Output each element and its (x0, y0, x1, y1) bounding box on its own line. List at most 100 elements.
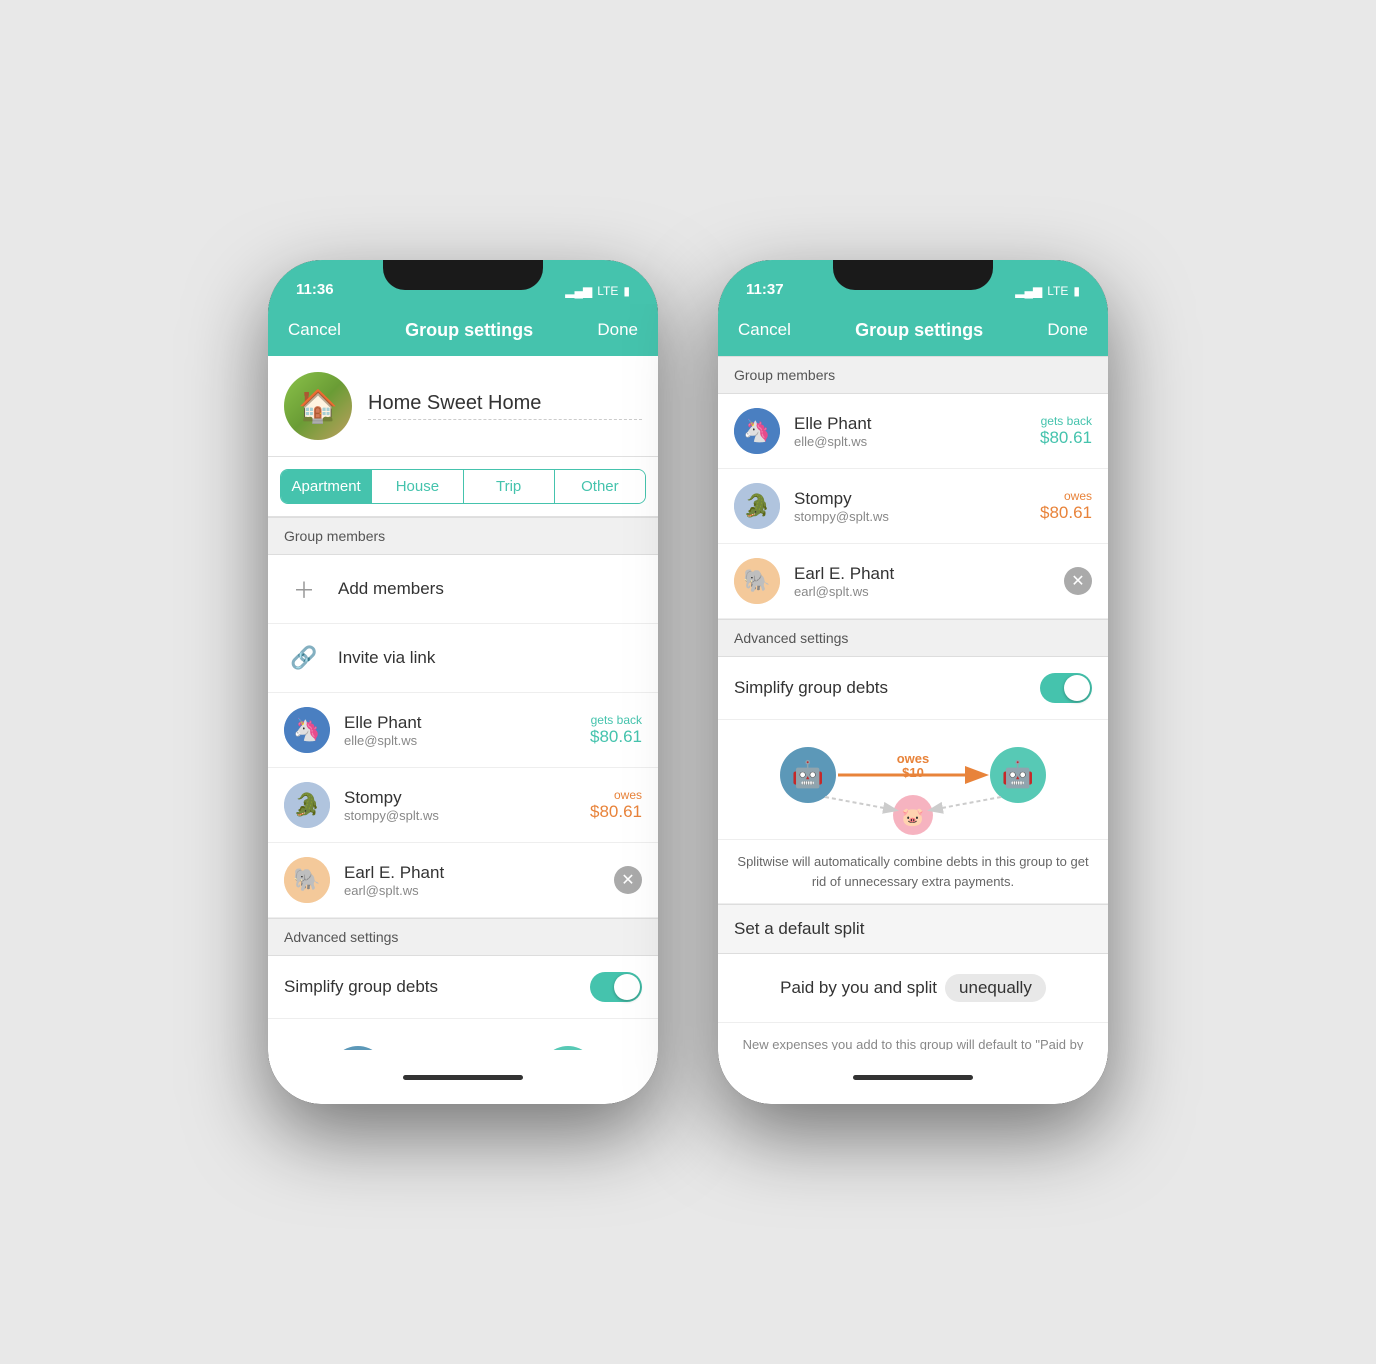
done-button-1[interactable]: Done (597, 320, 638, 340)
battery-icon-1: ▮ (623, 284, 630, 298)
phone-1: 11:36 ▂▄▆ LTE ▮ Cancel Group settings Do… (268, 260, 658, 1104)
section-members-1: Group members (268, 517, 658, 555)
add-members-item[interactable]: ＋ Add members (268, 555, 658, 624)
member-elle-info: Elle Phant elle@splt.ws (344, 713, 576, 748)
simplify-toggle-2[interactable] (1040, 673, 1092, 703)
add-icon: ＋ (284, 569, 324, 609)
add-members-label: Add members (338, 579, 444, 599)
toggle-thumb-2 (1064, 675, 1090, 701)
elle-balance: gets back $80.61 (590, 713, 642, 747)
toggle-thumb (614, 974, 640, 1000)
svg-text:🦄: 🦄 (743, 418, 770, 443)
default-split-row: Paid by you and split unequally (718, 954, 1108, 1023)
svg-text:🤖: 🤖 (1002, 759, 1034, 789)
simplify-label-2: Simplify group debts (734, 678, 888, 698)
debt-diagram-1: 🤖 🤖 🐷 (268, 1019, 658, 1050)
network-label-1: LTE (597, 284, 618, 298)
member-earl-info: Earl E. Phant earl@splt.ws (344, 863, 600, 898)
status-icons-1: ▂▄▆ LTE ▮ (565, 284, 630, 298)
avatar-elle-2: 🦄 (734, 408, 780, 454)
network-label-2: LTE (1047, 284, 1068, 298)
svg-text:owes: owes (897, 751, 930, 766)
split-value-badge[interactable]: unequally (945, 974, 1046, 1002)
elle-balance-amount: $80.61 (590, 727, 642, 747)
split-prefix: Paid by you and split (780, 978, 937, 998)
notch-2 (833, 260, 993, 290)
time-1: 11:36 (296, 281, 334, 298)
phone-2-screen: 11:37 ▂▄▆ LTE ▮ Cancel Group settings Do… (718, 260, 1108, 1104)
segment-house[interactable]: House (372, 470, 463, 503)
stompy-email-2: stompy@splt.ws (794, 509, 1026, 524)
svg-text:🐊: 🐊 (293, 791, 320, 817)
svg-text:🤖: 🤖 (792, 759, 824, 789)
svg-text:🐘: 🐘 (743, 568, 770, 593)
member-elle-2: 🦄 Elle Phant elle@splt.ws gets back $80.… (718, 394, 1108, 469)
member-stompy-info-2: Stompy stompy@splt.ws (794, 489, 1026, 524)
nav-title-1: Group settings (405, 320, 533, 341)
stompy-balance-label: owes (590, 788, 642, 802)
elle-name-2: Elle Phant (794, 414, 1026, 434)
stompy-balance: owes $80.61 (590, 788, 642, 822)
simplify-toggle[interactable] (590, 972, 642, 1002)
split-value: unequally (959, 978, 1032, 997)
invite-label: Invite via link (338, 648, 435, 668)
segment-trip[interactable]: Trip (464, 470, 555, 503)
elle-balance-label-2: gets back (1040, 414, 1092, 428)
avatar-earl-2: 🐘 (734, 558, 780, 604)
svg-text:🐊: 🐊 (743, 492, 770, 518)
simplify-row-2: Simplify group debts (718, 657, 1108, 720)
section-members-2: Group members (718, 356, 1108, 394)
home-indicator-1 (403, 1075, 523, 1080)
avatar-stompy-2: 🐊 (734, 483, 780, 529)
debt-diagram-2: 🤖 🤖 🐷 (718, 720, 1108, 840)
stompy-balance-2: owes $80.61 (1040, 489, 1092, 523)
segment-wrap: Apartment House Trip Other (268, 457, 658, 517)
stompy-balance-amount-2: $80.61 (1040, 503, 1092, 523)
phone-2: 11:37 ▂▄▆ LTE ▮ Cancel Group settings Do… (718, 260, 1108, 1104)
member-stompy-info: Stompy stompy@splt.ws (344, 788, 576, 823)
link-icon: 🔗 (284, 638, 324, 678)
group-avatar: 🏠 (284, 372, 352, 440)
stompy-name: Stompy (344, 788, 576, 808)
stompy-name-2: Stompy (794, 489, 1026, 509)
simplify-label: Simplify group debts (284, 977, 438, 997)
battery-icon-2: ▮ (1073, 284, 1080, 298)
avatar-elle: 🦄 (284, 707, 330, 753)
segment-apartment[interactable]: Apartment (281, 470, 372, 503)
elle-email: elle@splt.ws (344, 733, 576, 748)
done-button-2[interactable]: Done (1047, 320, 1088, 340)
svg-text:$10: $10 (902, 765, 924, 780)
notch-1 (383, 260, 543, 290)
member-earl: 🐘 Earl E. Phant earl@splt.ws ✕ (268, 843, 658, 918)
segment-other[interactable]: Other (555, 470, 645, 503)
nav-bar-1: Cancel Group settings Done (268, 304, 658, 356)
content-1: 🏠 Home Sweet Home Apartment House Trip O… (268, 356, 658, 1050)
avatar-stompy: 🐊 (284, 782, 330, 828)
status-icons-2: ▂▄▆ LTE ▮ (1015, 284, 1080, 298)
member-stompy-2: 🐊 Stompy stompy@splt.ws owes $80.61 (718, 469, 1108, 544)
default-split-label: Set a default split (734, 919, 864, 938)
invite-link-item[interactable]: 🔗 Invite via link (268, 624, 658, 693)
time-2: 11:37 (746, 281, 784, 298)
segment-control: Apartment House Trip Other (280, 469, 646, 504)
group-name[interactable]: Home Sweet Home (368, 392, 642, 420)
stompy-balance-label-2: owes (1040, 489, 1092, 503)
svg-text:🦄: 🦄 (293, 717, 320, 742)
earl-name-2: Earl E. Phant (794, 564, 1050, 584)
phone-bottom-1 (268, 1050, 658, 1104)
signal-icon-1: ▂▄▆ (565, 284, 592, 298)
remove-earl-button-2[interactable]: ✕ (1064, 567, 1092, 595)
cancel-button-1[interactable]: Cancel (288, 320, 341, 340)
debt-svg-2: 🤖 🤖 🐷 (763, 725, 1063, 835)
remove-earl-button[interactable]: ✕ (614, 866, 642, 894)
home-indicator-2 (853, 1075, 973, 1080)
phone-bottom-2 (718, 1050, 1108, 1104)
elle-email-2: elle@splt.ws (794, 434, 1026, 449)
earl-email: earl@splt.ws (344, 883, 600, 898)
elle-balance-label: gets back (590, 713, 642, 727)
nav-bar-2: Cancel Group settings Done (718, 304, 1108, 356)
member-elle: 🦄 Elle Phant elle@splt.ws gets back $80.… (268, 693, 658, 768)
svg-text:🐘: 🐘 (293, 867, 320, 892)
group-header: 🏠 Home Sweet Home (268, 356, 658, 457)
cancel-button-2[interactable]: Cancel (738, 320, 791, 340)
